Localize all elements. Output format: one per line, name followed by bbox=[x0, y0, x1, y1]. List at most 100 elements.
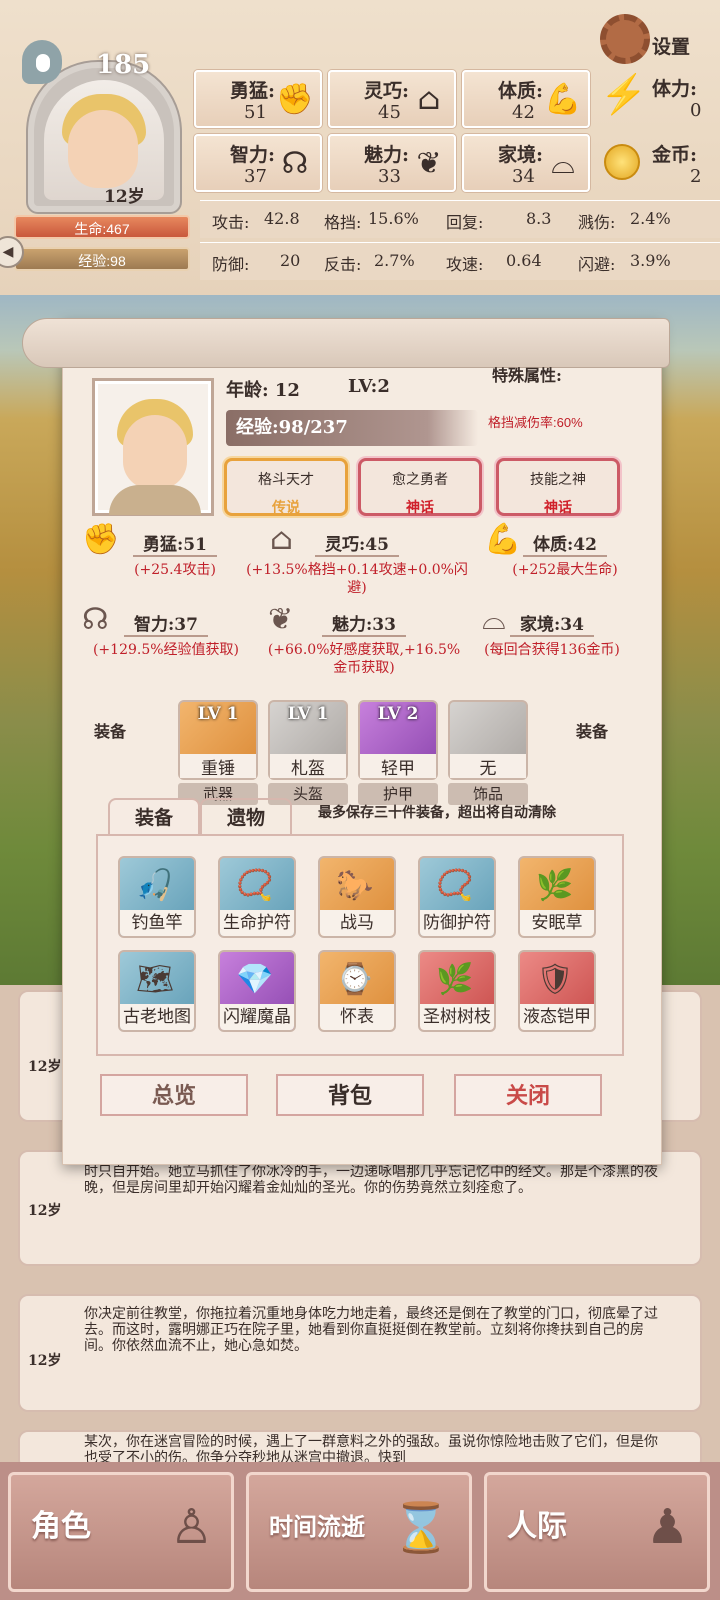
stat-value: 33 bbox=[378, 166, 401, 187]
home-pedestal-icon: ⌓ bbox=[551, 146, 575, 181]
map-icon: 🗺 bbox=[136, 962, 175, 997]
shirt-shape bbox=[109, 485, 201, 515]
equip-label-left: 装备 bbox=[94, 722, 127, 741]
close-button[interactable]: 关闭 bbox=[454, 1074, 602, 1116]
combat-block-label: 格挡: bbox=[324, 213, 362, 232]
attr-family: 家境:34 (每回合获得136金币) bbox=[462, 610, 642, 659]
top-counter: 185 bbox=[96, 50, 151, 80]
nav-label: 角色 bbox=[31, 1509, 91, 1544]
equip-level: LV 1 bbox=[197, 704, 239, 724]
attr-desc: (+66.0%好感度获取,+16.5%金币获取) bbox=[267, 642, 461, 676]
stat-card-agility: 灵巧: 45 ⌂ bbox=[328, 70, 456, 128]
character-level: LV:2 bbox=[348, 376, 390, 397]
nav-character[interactable]: 角色 ♙ bbox=[8, 1472, 234, 1592]
coin-icon bbox=[604, 144, 640, 180]
scroll-roll bbox=[22, 318, 670, 368]
item-name: 怀表 bbox=[320, 1004, 394, 1030]
combat-block-value: 15.6% bbox=[368, 209, 419, 228]
equip-slot-accessory[interactable]: 无 bbox=[448, 700, 528, 780]
combat-defense-value: 20 bbox=[280, 251, 301, 270]
brain-icon: ☊ bbox=[281, 146, 309, 181]
attr-desc: (+13.5%格挡+0.14攻速+0.0%闪避) bbox=[246, 562, 468, 596]
combat-attack-value: 42.8 bbox=[264, 209, 300, 228]
nav-time-passes[interactable]: 时间流逝 ⌛ bbox=[246, 1472, 472, 1592]
age-label: 12岁 bbox=[104, 187, 145, 207]
trait-card[interactable]: 技能之神 神话 bbox=[496, 458, 620, 516]
log-entry: 12岁 时只自开始。她立马抓住了你冰冷的手，一边递咏唱那几乎忘记忆中的经文。那是… bbox=[18, 1150, 702, 1266]
inventory-item[interactable]: 📿 生命护符 bbox=[218, 856, 296, 938]
combat-dodge-value: 3.9% bbox=[630, 251, 671, 270]
horse-icon: 🐎 bbox=[336, 868, 374, 903]
herb-icon: 🌿 bbox=[536, 868, 574, 903]
trait-card[interactable]: 格斗天才 传说 bbox=[224, 458, 348, 516]
combat-row-1: 攻击: 42.8 格挡: 15.6% 回复: 8.3 溅伤: 2.4% bbox=[200, 200, 720, 238]
stamina-value: 0 bbox=[690, 100, 702, 121]
settings-button[interactable]: 设置 bbox=[600, 14, 720, 64]
equip-name: 轻甲 bbox=[360, 754, 436, 779]
equip-label-right: 装备 bbox=[576, 722, 609, 741]
combat-regen-label: 回复: bbox=[446, 213, 484, 232]
combat-row-2: 防御: 20 反击: 2.7% 攻速: 0.64 闪避: 3.9% bbox=[200, 242, 720, 280]
xp-bar: 经验:98 bbox=[14, 247, 190, 271]
nav-label: 人际 bbox=[507, 1509, 567, 1544]
face-shape bbox=[123, 415, 187, 489]
combat-regen-value: 8.3 bbox=[526, 209, 552, 228]
stat-card-intellect: 智力: 37 ☊ bbox=[194, 134, 322, 192]
inventory-item[interactable]: 🗺 古老地图 bbox=[118, 950, 196, 1032]
combat-speed-label: 攻速: bbox=[446, 255, 484, 274]
attr-agility: 灵巧:45 (+13.5%格挡+0.14攻速+0.0%闪避) bbox=[242, 530, 472, 597]
stat-value: 37 bbox=[244, 166, 267, 187]
stat-value: 34 bbox=[512, 166, 535, 187]
stat-card-bravery: 勇猛: 51 ✊ bbox=[194, 70, 322, 128]
item-name: 生命护符 bbox=[220, 910, 294, 936]
fishing-rod-icon: 🎣 bbox=[136, 868, 174, 903]
attr-desc: (+129.5%经验值获取) bbox=[92, 642, 240, 658]
inventory-item[interactable]: 🌿 安眠草 bbox=[518, 856, 596, 938]
stat-value: 51 bbox=[244, 102, 267, 123]
liquid-armor-icon: 🛡 bbox=[536, 962, 575, 997]
inventory-item[interactable]: 🎣 钓鱼竿 bbox=[118, 856, 196, 938]
attr-name: 家境:34 bbox=[510, 610, 594, 637]
inventory-item[interactable]: 🛡 液态铠甲 bbox=[518, 950, 596, 1032]
trait-name: 愈之勇者 bbox=[392, 472, 448, 488]
stat-value: 42 bbox=[512, 102, 535, 123]
inventory-item[interactable]: 🐎 战马 bbox=[318, 856, 396, 938]
tab-relics[interactable]: 遗物 bbox=[200, 798, 292, 836]
inventory-item[interactable]: 💎 闪耀魔晶 bbox=[218, 950, 296, 1032]
inventory-item[interactable]: ⌚ 怀表 bbox=[318, 950, 396, 1032]
equip-slot-helmet[interactable]: LV 1 札盔 bbox=[268, 700, 348, 780]
item-name: 战马 bbox=[320, 910, 394, 936]
overview-button[interactable]: 总览 bbox=[100, 1074, 248, 1116]
face-shape bbox=[68, 110, 138, 188]
gear-icon bbox=[600, 14, 650, 64]
log-text: 你决定前往教堂，你拖拉着沉重地身体吃力地走着，最终还是倒在了教堂的门口，彻底晕了… bbox=[84, 1306, 658, 1354]
character-portrait bbox=[92, 378, 214, 516]
backpack-button[interactable]: 背包 bbox=[276, 1074, 424, 1116]
attr-charm: 魅力:33 (+66.0%好感度获取,+16.5%金币获取) bbox=[264, 610, 464, 677]
gold-label: 金币: bbox=[652, 144, 698, 166]
stat-value: 45 bbox=[378, 102, 401, 123]
lightning-icon: ⚡ bbox=[600, 72, 648, 116]
attr-name: 灵巧:45 bbox=[315, 530, 399, 557]
trait-card[interactable]: 愈之勇者 神话 bbox=[358, 458, 482, 516]
inventory-item[interactable]: 🌿 圣树树枝 bbox=[418, 950, 496, 1032]
tab-equipment[interactable]: 装备 bbox=[108, 798, 200, 836]
nav-relationships[interactable]: 人际 ♟ bbox=[484, 1472, 710, 1592]
cloak-icon: ⌂ bbox=[417, 82, 441, 117]
settings-label: 设置 bbox=[652, 36, 691, 58]
equip-slot-armor[interactable]: LV 2 轻甲 bbox=[358, 700, 438, 780]
combat-splash-value: 2.4% bbox=[630, 209, 671, 228]
combat-speed-value: 0.64 bbox=[506, 251, 542, 270]
log-entry: 12岁 你决定前往教堂，你拖拉着沉重地身体吃力地走着，最终还是倒在了教堂的门口，… bbox=[18, 1294, 702, 1412]
hourglass-icon: ⌛ bbox=[391, 1500, 451, 1556]
equip-slot-weapon[interactable]: LV 1 重锤 bbox=[178, 700, 258, 780]
equip-name: 无 bbox=[450, 754, 526, 779]
amulet-icon: 📿 bbox=[436, 868, 474, 903]
inventory-item[interactable]: 📿 防御护符 bbox=[418, 856, 496, 938]
people-icon: ♟ bbox=[645, 1499, 689, 1555]
person-icon: ♙ bbox=[169, 1499, 213, 1555]
trait-rarity: 神话 bbox=[544, 500, 572, 516]
hp-bar: 生命:467 bbox=[14, 215, 190, 239]
item-name: 安眠草 bbox=[520, 910, 594, 936]
special-attr-title: 特殊属性: bbox=[492, 366, 562, 385]
